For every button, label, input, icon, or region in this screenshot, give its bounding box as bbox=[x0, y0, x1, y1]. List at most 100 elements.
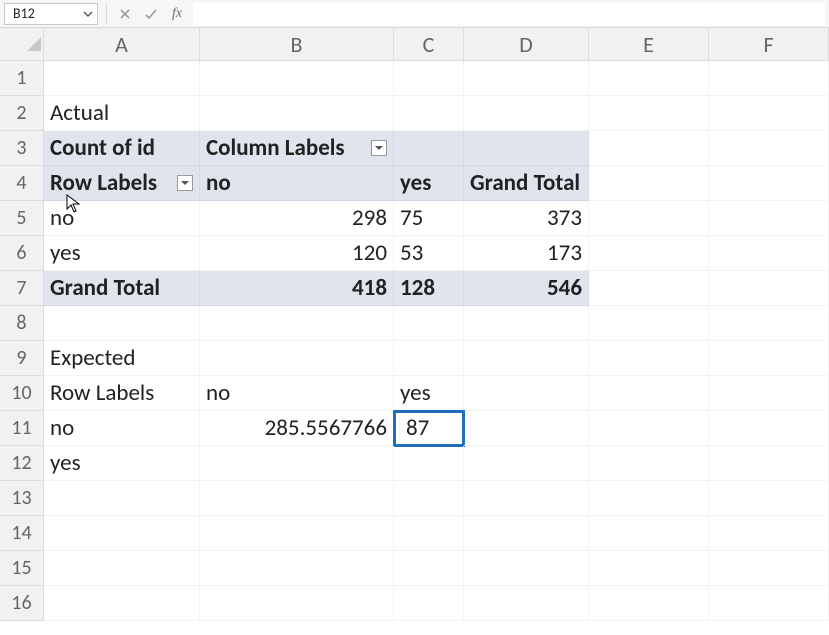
cell-D2[interactable] bbox=[464, 96, 589, 131]
cell-F15[interactable] bbox=[709, 551, 829, 586]
cell-A4[interactable]: Row Labels bbox=[44, 166, 200, 201]
cell-A10[interactable]: Row Labels bbox=[44, 376, 200, 411]
cell-A8[interactable] bbox=[44, 306, 200, 341]
row-header-8[interactable]: 8 bbox=[0, 306, 44, 341]
cell-F8[interactable] bbox=[709, 306, 829, 341]
cell-D5[interactable]: 373 bbox=[464, 201, 589, 236]
row-header-2[interactable]: 2 bbox=[0, 96, 44, 131]
row-header-7[interactable]: 7 bbox=[0, 271, 44, 306]
row-header-6[interactable]: 6 bbox=[0, 236, 44, 271]
cell-E2[interactable] bbox=[589, 96, 709, 131]
cell-D11[interactable] bbox=[464, 411, 589, 446]
cell-C9[interactable] bbox=[394, 341, 464, 376]
cell-D9[interactable] bbox=[464, 341, 589, 376]
cell-F9[interactable] bbox=[709, 341, 829, 376]
chevron-down-icon[interactable] bbox=[83, 9, 93, 19]
cell-F3[interactable] bbox=[709, 131, 829, 166]
cell-E15[interactable] bbox=[589, 551, 709, 586]
cell-A3[interactable]: Count of id bbox=[44, 131, 200, 166]
cell-C7[interactable]: 128 bbox=[394, 271, 464, 306]
cell-B3[interactable]: Column Labels bbox=[200, 131, 394, 166]
cell-B7[interactable]: 418 bbox=[200, 271, 394, 306]
cell-D1[interactable] bbox=[464, 61, 589, 96]
cell-E7[interactable] bbox=[589, 271, 709, 306]
cell-A5[interactable]: no bbox=[44, 201, 200, 236]
col-header-F[interactable]: F bbox=[709, 28, 829, 61]
cell-F4[interactable] bbox=[709, 166, 829, 201]
cell-B9[interactable] bbox=[200, 341, 394, 376]
row-header-14[interactable]: 14 bbox=[0, 516, 44, 551]
cell-A15[interactable] bbox=[44, 551, 200, 586]
cell-B6[interactable]: 120 bbox=[200, 236, 394, 271]
formula-input[interactable] bbox=[193, 3, 825, 25]
row-header-9[interactable]: 9 bbox=[0, 341, 44, 376]
row-header-13[interactable]: 13 bbox=[0, 481, 44, 516]
cell-E10[interactable] bbox=[589, 376, 709, 411]
row-header-11[interactable]: 11 bbox=[0, 411, 44, 446]
select-all-corner[interactable] bbox=[0, 28, 44, 61]
row-header-16[interactable]: 16 bbox=[0, 586, 44, 621]
col-header-B[interactable]: B bbox=[200, 28, 394, 61]
col-header-E[interactable]: E bbox=[589, 28, 709, 61]
cell-A14[interactable] bbox=[44, 516, 200, 551]
cell-F10[interactable] bbox=[709, 376, 829, 411]
cell-E8[interactable] bbox=[589, 306, 709, 341]
row-header-5[interactable]: 5 bbox=[0, 201, 44, 236]
cell-B5[interactable]: 298 bbox=[200, 201, 394, 236]
cell-E9[interactable] bbox=[589, 341, 709, 376]
col-header-C[interactable]: C bbox=[394, 28, 464, 61]
cell-D16[interactable] bbox=[464, 586, 589, 621]
cell-A13[interactable] bbox=[44, 481, 200, 516]
row-header-4[interactable]: 4 bbox=[0, 166, 44, 201]
cell-E4[interactable] bbox=[589, 166, 709, 201]
cell-A9[interactable]: Expected bbox=[44, 341, 200, 376]
cell-E6[interactable] bbox=[589, 236, 709, 271]
cell-F2[interactable] bbox=[709, 96, 829, 131]
cell-B12[interactable] bbox=[200, 446, 394, 481]
fx-icon[interactable]: fx bbox=[167, 6, 187, 22]
cell-E5[interactable] bbox=[589, 201, 709, 236]
cell-F11[interactable] bbox=[709, 411, 829, 446]
cell-E12[interactable] bbox=[589, 446, 709, 481]
cancel-icon[interactable] bbox=[115, 8, 135, 20]
cell-B4[interactable]: no bbox=[200, 166, 394, 201]
cell-D14[interactable] bbox=[464, 516, 589, 551]
cell-E14[interactable] bbox=[589, 516, 709, 551]
cell-A11[interactable]: no bbox=[44, 411, 200, 446]
cell-E11[interactable] bbox=[589, 411, 709, 446]
cell-C14[interactable] bbox=[394, 516, 464, 551]
cell-F13[interactable] bbox=[709, 481, 829, 516]
cell-C16[interactable] bbox=[394, 586, 464, 621]
cell-D12[interactable] bbox=[464, 446, 589, 481]
cell-B14[interactable] bbox=[200, 516, 394, 551]
cell-A7[interactable]: Grand Total bbox=[44, 271, 200, 306]
cell-D15[interactable] bbox=[464, 551, 589, 586]
cell-A1[interactable] bbox=[44, 61, 200, 96]
cell-D8[interactable] bbox=[464, 306, 589, 341]
cell-F5[interactable] bbox=[709, 201, 829, 236]
cell-F1[interactable] bbox=[709, 61, 829, 96]
row-header-15[interactable]: 15 bbox=[0, 551, 44, 586]
cell-D4[interactable]: Grand Total bbox=[464, 166, 589, 201]
cell-B2[interactable] bbox=[200, 96, 394, 131]
cell-B11[interactable]: 285.5567766 bbox=[200, 411, 394, 446]
row-header-12[interactable]: 12 bbox=[0, 446, 44, 481]
cell-F16[interactable] bbox=[709, 586, 829, 621]
cell-E1[interactable] bbox=[589, 61, 709, 96]
cell-C2[interactable] bbox=[394, 96, 464, 131]
col-header-A[interactable]: A bbox=[44, 28, 200, 61]
cell-D3[interactable] bbox=[464, 131, 589, 166]
cell-B15[interactable] bbox=[200, 551, 394, 586]
cell-B8[interactable] bbox=[200, 306, 394, 341]
cell-D10[interactable] bbox=[464, 376, 589, 411]
cell-D6[interactable]: 173 bbox=[464, 236, 589, 271]
cell-E3[interactable] bbox=[589, 131, 709, 166]
cell-A6[interactable]: yes bbox=[44, 236, 200, 271]
cell-F14[interactable] bbox=[709, 516, 829, 551]
cell-B10[interactable]: no bbox=[200, 376, 394, 411]
cell-E16[interactable] bbox=[589, 586, 709, 621]
cell-A16[interactable] bbox=[44, 586, 200, 621]
cell-C12[interactable] bbox=[394, 446, 464, 481]
cell-F12[interactable] bbox=[709, 446, 829, 481]
cell-E13[interactable] bbox=[589, 481, 709, 516]
